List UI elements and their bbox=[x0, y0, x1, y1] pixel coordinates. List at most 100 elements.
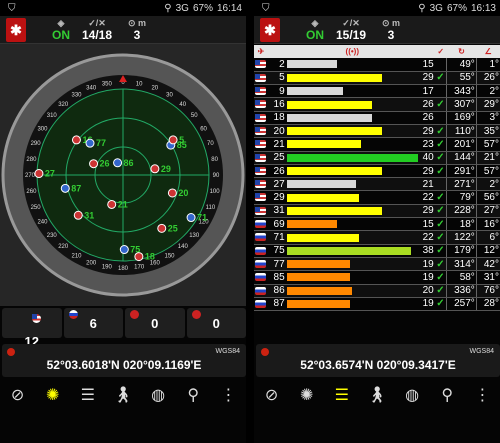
snr-bar bbox=[286, 180, 357, 189]
table-row[interactable]: 2 15 49° 1° bbox=[254, 58, 500, 72]
table-row[interactable]: 77 19 ✓ 314° 42° bbox=[254, 257, 500, 272]
satellite-marker[interactable]: 26 bbox=[89, 159, 110, 169]
app-logo[interactable]: ✱ bbox=[6, 18, 26, 42]
compass-label: 130 bbox=[189, 233, 200, 239]
prn-cell: 9 bbox=[267, 84, 286, 99]
prn-cell: 25 bbox=[267, 151, 286, 165]
table-row[interactable]: 85 19 ✓ 58° 31° bbox=[254, 270, 500, 285]
prn-cell: 31 bbox=[267, 204, 286, 219]
walk-icon[interactable]: 🚶︎ bbox=[366, 384, 388, 406]
us-flag-icon bbox=[71, 135, 81, 145]
elevation-cell: 6° bbox=[475, 230, 500, 245]
satellite-marker[interactable]: 25 bbox=[157, 223, 178, 233]
shield-icon: ⛉ bbox=[262, 2, 270, 14]
compass-icon[interactable]: ⊘ bbox=[261, 384, 283, 406]
snr-bar-cell bbox=[285, 164, 419, 179]
table-row[interactable]: 69 15 ✓ 18° 16° bbox=[254, 217, 500, 232]
elevation-cell: 12° bbox=[475, 244, 500, 258]
used-cell: ✓ bbox=[434, 230, 447, 245]
battery-label: 67% bbox=[446, 2, 467, 14]
flag-cell bbox=[254, 204, 268, 219]
elevation-cell: 35° bbox=[475, 124, 500, 139]
globe-icon[interactable]: ◍ bbox=[147, 384, 169, 406]
coordinates-box[interactable]: WGS84 52°03.6574'N 020°09.3417'E bbox=[256, 344, 500, 377]
snr-bar bbox=[286, 220, 337, 229]
sky-radar[interactable]: 330 340 350 0 10 20 30 40 50 60 70 80 90 100 110 120 130… bbox=[0, 44, 246, 306]
table-row[interactable]: 16 26 ✓ 307° 29° bbox=[254, 97, 500, 112]
satellite-marker[interactable]: 77 bbox=[85, 138, 106, 148]
more-icon[interactable]: ⋮ bbox=[217, 384, 239, 406]
snr-bar bbox=[286, 73, 383, 82]
table-row[interactable]: 87 19 ✓ 257° 28° bbox=[254, 297, 500, 312]
compass-label: 210 bbox=[71, 254, 82, 260]
used-cell: ✓ bbox=[434, 164, 447, 179]
elevation-cell: 21° bbox=[475, 151, 500, 165]
satellite-marker[interactable]: 21 bbox=[107, 199, 128, 209]
elevation-cell: 42° bbox=[475, 257, 500, 272]
compass-label: 340 bbox=[86, 86, 97, 92]
table-row[interactable]: 31 29 ✓ 228° 27° bbox=[254, 204, 500, 219]
table-row[interactable]: 5 29 ✓ 55° 26° bbox=[254, 71, 500, 86]
table-row[interactable]: 18 26 169° 3° bbox=[254, 111, 500, 125]
table-row[interactable]: 26 29 ✓ 291° 57° bbox=[254, 164, 500, 179]
location-pin-icon[interactable]: ⚲ bbox=[182, 384, 204, 406]
table-row[interactable]: 27 21 271° 2° bbox=[254, 177, 500, 192]
location-pin-icon[interactable]: ⚲ bbox=[436, 384, 458, 406]
table-row[interactable]: 29 22 ✓ 79° 56° bbox=[254, 190, 500, 205]
azimuth-cell: 228° bbox=[446, 204, 477, 219]
satellite-marker[interactable]: 18 bbox=[134, 252, 155, 262]
globe-icon[interactable]: ◍ bbox=[401, 384, 423, 406]
used-cell: ✓ bbox=[434, 257, 447, 272]
satellite-marker[interactable]: 86 bbox=[113, 158, 134, 168]
satellite-marker[interactable]: 20 bbox=[167, 188, 188, 198]
table-row[interactable]: 71 22 ✓ 122° 6° bbox=[254, 230, 500, 245]
us-flag-icon bbox=[255, 87, 266, 96]
red-dot-icon bbox=[130, 310, 139, 319]
app-toolbar: ✱ ◈ ON ✓/✕ 15/19 ⊙ m 3 bbox=[254, 16, 500, 44]
us-flag-icon bbox=[255, 113, 266, 122]
table-row[interactable]: 9 17 343° 2° bbox=[254, 84, 500, 99]
table-row[interactable]: 20 29 ✓ 110° 35° bbox=[254, 124, 500, 139]
snr-cell: 26 bbox=[418, 111, 435, 125]
satellite-marker[interactable]: 87 bbox=[60, 183, 81, 193]
satellite-marker[interactable]: 29 bbox=[150, 164, 171, 174]
compass-label: 60 bbox=[200, 127, 207, 133]
us-flag-icon bbox=[255, 100, 266, 109]
azimuth-cell: 18° bbox=[446, 217, 477, 232]
satellite-label: 18 bbox=[145, 252, 155, 262]
walk-icon[interactable]: 🚶︎ bbox=[112, 384, 134, 406]
satellite-marker[interactable]: 31 bbox=[73, 210, 94, 220]
coordinates-box[interactable]: WGS84 52°03.6018'N 020°09.1169'E bbox=[2, 344, 246, 377]
signal-bars-icon[interactable]: ☰ bbox=[77, 384, 99, 406]
radar-icon[interactable]: ✺ bbox=[42, 384, 64, 406]
compass-icon[interactable]: ⊘ bbox=[7, 384, 29, 406]
satellite-marker[interactable]: 71 bbox=[186, 213, 207, 223]
network-label: 3G bbox=[429, 2, 443, 14]
table-row[interactable]: 75 38 ✓ 179° 12° bbox=[254, 244, 500, 258]
compass-label: 250 bbox=[31, 205, 42, 211]
signal-bars-icon[interactable]: ☰ bbox=[331, 384, 353, 406]
prn-cell: 86 bbox=[267, 284, 286, 298]
satellite-label: 29 bbox=[161, 164, 171, 174]
snr-bar bbox=[286, 113, 372, 122]
snr-bar bbox=[286, 273, 350, 282]
more-icon[interactable]: ⋮ bbox=[471, 384, 493, 406]
radar-icon[interactable]: ✺ bbox=[296, 384, 318, 406]
us-flag-icon bbox=[168, 135, 178, 145]
prn-cell: 87 bbox=[267, 297, 286, 312]
used-cell bbox=[434, 177, 447, 192]
table-row[interactable]: 25 40 ✓ 144° 21° bbox=[254, 151, 500, 165]
us-flag-icon bbox=[150, 164, 160, 174]
status-bar: ⛉ ⚲ 3G 67% 16:13 bbox=[254, 0, 500, 16]
satellite-marker[interactable]: 27 bbox=[34, 169, 55, 179]
snr-cell: 19 bbox=[418, 270, 435, 285]
beidou-count: 0 bbox=[186, 308, 246, 338]
snr-bar-cell bbox=[285, 217, 419, 232]
compass-label: 190 bbox=[102, 265, 113, 271]
table-row[interactable]: 86 20 ✓ 336° 76° bbox=[254, 284, 500, 298]
compass-label: 70 bbox=[207, 141, 214, 147]
us-flag-icon bbox=[255, 206, 266, 215]
table-row[interactable]: 21 23 ✓ 201° 57° bbox=[254, 137, 500, 152]
prn-cell: 75 bbox=[267, 244, 286, 258]
app-logo[interactable]: ✱ bbox=[260, 18, 280, 42]
